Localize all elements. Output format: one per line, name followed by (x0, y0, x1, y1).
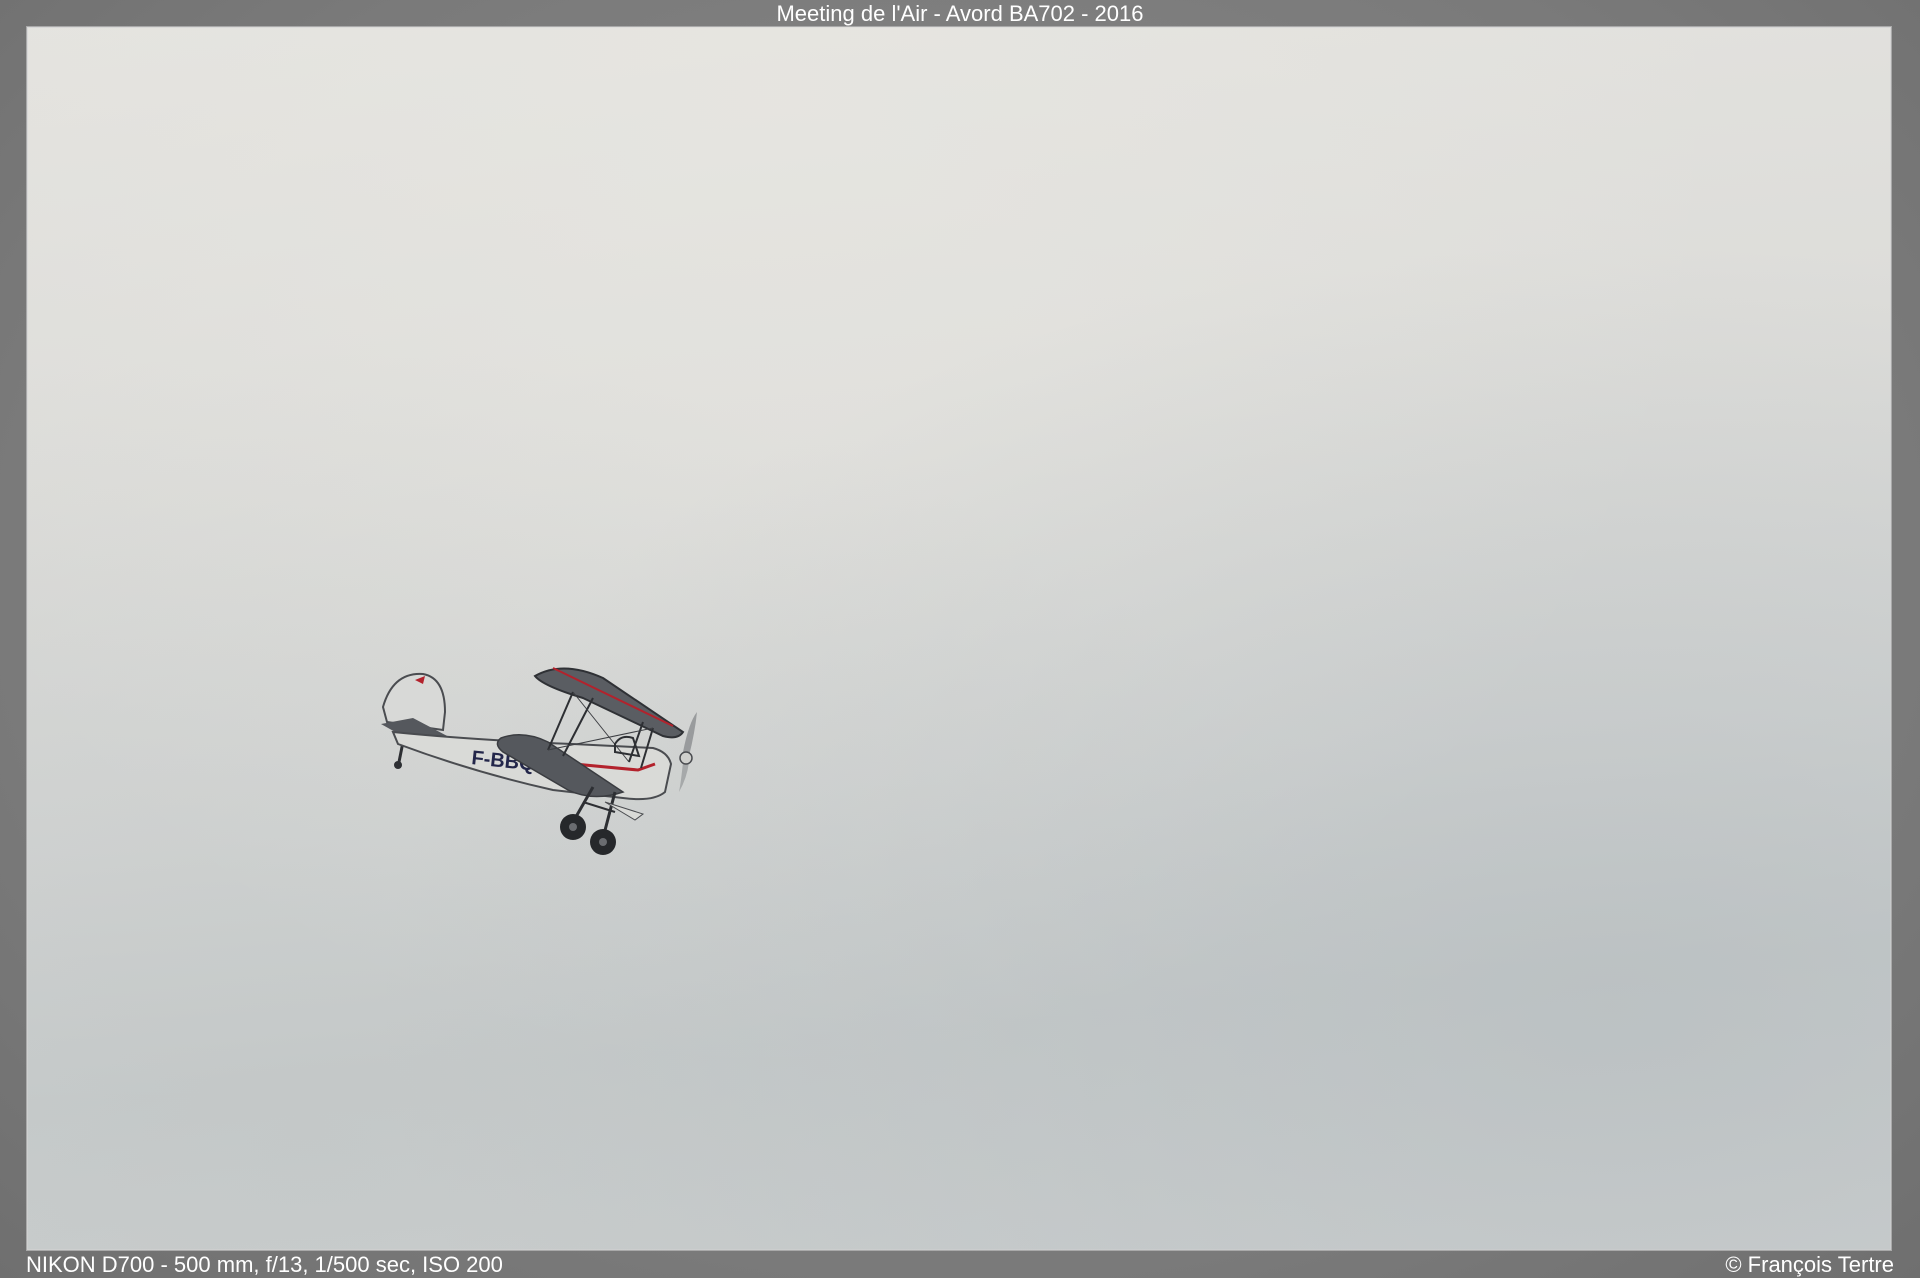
sky-background (27, 27, 1891, 1250)
photo-frame: F-BBQ (26, 26, 1892, 1251)
photo-title: Meeting de l'Air - Avord BA702 - 2016 (776, 1, 1144, 26)
copyright-caption: © François Tertre (1725, 1252, 1894, 1277)
exif-caption: NIKON D700 - 500 mm, f/13, 1/500 sec, IS… (26, 1252, 503, 1277)
biplane-icon: F-BBQ (381, 667, 697, 855)
